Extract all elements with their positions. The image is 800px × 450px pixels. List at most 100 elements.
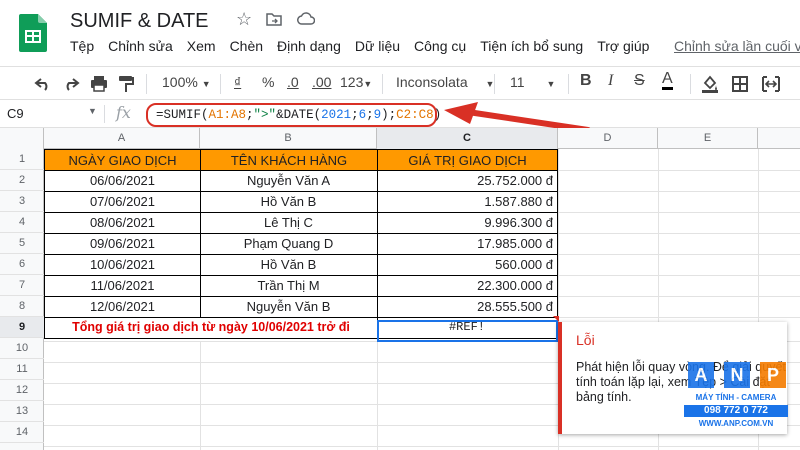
move-to-folder-icon[interactable] <box>266 12 282 26</box>
strikethrough-button[interactable]: S <box>634 72 645 90</box>
percent-format-button[interactable]: % <box>262 74 274 90</box>
more-formats-select[interactable]: 123▼ <box>340 74 372 90</box>
bold-button[interactable]: B <box>580 72 592 90</box>
menu-file[interactable]: Tệp <box>70 38 94 58</box>
table-cell[interactable]: 10/06/2021 <box>44 254 201 276</box>
document-title[interactable]: SUMIF & DATE <box>70 10 209 33</box>
grid-line <box>558 254 800 255</box>
font-size-value: 11 <box>510 74 525 90</box>
table-cell[interactable]: 07/06/2021 <box>44 191 201 213</box>
table-cell[interactable]: 17.985.000 đ <box>377 233 558 255</box>
table-cell[interactable]: Hồ Văn B <box>200 254 378 276</box>
zoom-value: 100% <box>162 74 198 90</box>
menu-help[interactable]: Trợ giúp <box>597 38 649 58</box>
column-header-b[interactable]: B <box>200 128 377 149</box>
row-header[interactable]: 7 <box>0 275 44 296</box>
cloud-status-icon[interactable] <box>297 12 315 26</box>
table-cell[interactable]: Lê Thị C <box>200 212 378 234</box>
table-cell[interactable]: 12/06/2021 <box>44 296 201 318</box>
menu-view[interactable]: Xem <box>187 38 216 58</box>
chevron-down-icon[interactable]: ▼ <box>88 106 97 116</box>
name-box[interactable]: C9 <box>7 106 24 121</box>
fill-color-icon[interactable] <box>702 75 718 93</box>
last-edit-link[interactable]: Chỉnh sửa lần cuối v <box>674 38 800 54</box>
currency-format-button[interactable]: ₫ <box>234 74 241 90</box>
fx-icon: fx <box>116 103 131 122</box>
text-color-button[interactable]: A <box>662 71 673 90</box>
row-header[interactable]: 10 <box>0 338 44 359</box>
sheets-logo-icon[interactable] <box>19 14 47 52</box>
chevron-down-icon: ▼ <box>363 79 373 89</box>
grid-line <box>558 275 800 276</box>
formula-text: ); <box>381 108 397 122</box>
table-cell[interactable]: Nguyễn Văn B <box>200 296 378 318</box>
decrease-decimal-button[interactable]: .0 <box>287 74 299 90</box>
font-select[interactable]: Inconsolata ▼ <box>396 74 494 90</box>
increase-decimal-button[interactable]: .00 <box>312 74 331 90</box>
print-icon[interactable] <box>90 75 108 92</box>
row-header[interactable]: 13 <box>0 401 44 422</box>
table-cell[interactable]: 08/06/2021 <box>44 212 201 234</box>
row-header[interactable]: 4 <box>0 212 44 233</box>
row-header[interactable]: 5 <box>0 233 44 254</box>
star-icon[interactable]: ☆ <box>236 9 252 30</box>
table-cell[interactable]: 22.300.000 đ <box>377 275 558 297</box>
column-header-a[interactable]: A <box>44 128 200 149</box>
table-cell[interactable]: 1.587.880 đ <box>377 191 558 213</box>
menu-bar: Tệp Chỉnh sửa Xem Chèn Định dạng Dữ liệu… <box>70 38 663 58</box>
menu-data[interactable]: Dữ liệu <box>355 38 400 58</box>
column-header-c[interactable]: C <box>377 128 558 149</box>
format-label: 123 <box>340 74 364 90</box>
table-cell[interactable]: Phạm Quang D <box>200 233 378 255</box>
formula-input[interactable]: =SUMIF(A1:A8;">"&DATE(2021;6;9);C2:C8) <box>146 103 441 127</box>
row-header[interactable]: 12 <box>0 380 44 401</box>
menu-insert[interactable]: Chèn <box>230 38 263 58</box>
total-label-cell[interactable]: Tổng giá trị giao dịch từ ngày 10/06/202… <box>44 317 378 339</box>
menu-format[interactable]: Định dạng <box>277 38 341 58</box>
row-header[interactable]: 2 <box>0 170 44 191</box>
header-cell-date[interactable]: NGÀY GIAO DỊCH <box>44 149 201 171</box>
table-cell[interactable]: 25.752.000 đ <box>377 170 558 192</box>
table-cell[interactable]: Hồ Văn B <box>200 191 378 213</box>
row-header[interactable]: 1 <box>0 149 44 170</box>
table-cell[interactable]: 09/06/2021 <box>44 233 201 255</box>
header-cell-customer[interactable]: TÊN KHÁCH HÀNG <box>200 149 378 171</box>
select-all-corner[interactable] <box>0 128 44 149</box>
menu-edit[interactable]: Chỉnh sửa <box>108 38 173 58</box>
row-header[interactable]: 6 <box>0 254 44 275</box>
grid-line <box>558 191 800 192</box>
font-size-select[interactable]: 11 ▼ <box>510 74 555 90</box>
table-cell[interactable]: 9.996.300 đ <box>377 212 558 234</box>
table-cell[interactable]: 560.000 đ <box>377 254 558 276</box>
table-cell[interactable]: 11/06/2021 <box>44 275 201 297</box>
grid-line <box>377 341 378 450</box>
row-header[interactable]: 9 <box>0 317 44 338</box>
row-header[interactable]: 14 <box>0 422 44 443</box>
row-header[interactable]: 11 <box>0 359 44 380</box>
merge-cells-icon[interactable] <box>762 76 780 92</box>
error-tooltip-title: Lỗi <box>576 332 595 348</box>
menu-tools[interactable]: Công cụ <box>414 38 466 58</box>
grid-line <box>200 341 201 450</box>
formula-text: ; <box>246 108 254 122</box>
table-cell[interactable]: Nguyễn Văn A <box>200 170 378 192</box>
borders-icon[interactable] <box>732 76 748 92</box>
table-cell[interactable]: Trần Thị M <box>200 275 378 297</box>
row-header[interactable]: 3 <box>0 191 44 212</box>
formula-text: =SUMIF( <box>156 108 209 122</box>
grid-line <box>558 212 800 213</box>
header-cell-value[interactable]: GIÁ TRỊ GIAO DỊCH <box>377 149 558 171</box>
menu-addons[interactable]: Tiện ích bổ sung <box>480 38 583 58</box>
zoom-select[interactable]: 100% ▼ <box>162 74 211 90</box>
table-cell[interactable]: 28.555.500 đ <box>377 296 558 318</box>
redo-icon[interactable] <box>62 76 80 92</box>
table-cell[interactable]: 06/06/2021 <box>44 170 201 192</box>
watermark-logo: A N P <box>684 362 790 442</box>
paint-format-icon[interactable] <box>118 75 134 93</box>
column-header-d[interactable]: D <box>558 128 658 149</box>
grid-line <box>558 317 800 318</box>
italic-button[interactable]: I <box>608 72 613 90</box>
row-header[interactable]: 8 <box>0 296 44 317</box>
undo-icon[interactable] <box>34 76 52 92</box>
column-header-e[interactable]: E <box>658 128 758 149</box>
